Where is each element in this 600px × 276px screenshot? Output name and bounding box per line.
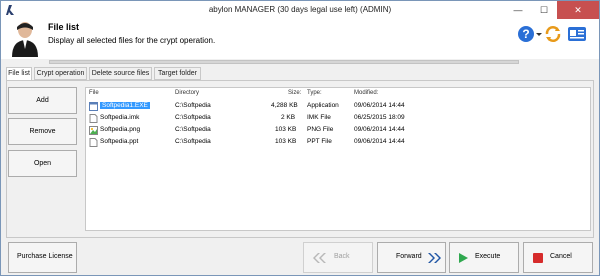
- ppt-file-icon: [89, 138, 98, 147]
- table-row[interactable]: Softpedia.png C:\Softpedia 103 KB PNG Fi…: [86, 125, 590, 136]
- tab-delete-source-files[interactable]: Delete source files: [89, 67, 152, 80]
- png-file-icon: [89, 126, 98, 135]
- table-row[interactable]: Softpedia.imk C:\Softpedia 2 KB IMK File…: [86, 113, 590, 124]
- open-button[interactable]: Open: [8, 150, 77, 177]
- column-header-size[interactable]: Size:: [288, 90, 301, 96]
- back-button[interactable]: Back: [303, 242, 373, 273]
- execute-button[interactable]: Execute: [449, 242, 519, 273]
- modified-cell: 09/06/2014 14:44: [354, 102, 405, 109]
- app-window: abylon MANAGER (30 days legal use left) …: [0, 0, 600, 276]
- svg-text:?: ?: [522, 27, 529, 41]
- size-cell: 2 KB: [281, 114, 296, 121]
- page-title: File list: [48, 22, 80, 32]
- file-name-cell[interactable]: Softpedia.imk: [100, 114, 139, 121]
- cancel-label: Cancel: [550, 253, 572, 260]
- agent-avatar-icon: [12, 22, 38, 57]
- add-button[interactable]: Add: [8, 87, 77, 114]
- close-window-button[interactable]: ✕: [557, 1, 599, 19]
- type-cell: PNG File: [307, 126, 334, 133]
- purchase-license-label: Purchase License: [17, 253, 73, 260]
- column-header-file[interactable]: File: [89, 90, 99, 96]
- directory-cell: C:\Softpedia: [175, 114, 211, 121]
- file-table[interactable]: File Directory Size: Type: Modified: Sof…: [85, 87, 591, 231]
- double-chevron-right-icon: [428, 253, 441, 263]
- column-header-type[interactable]: Type:: [307, 90, 322, 96]
- execute-label: Execute: [475, 253, 501, 260]
- tab-target-folder[interactable]: Target folder: [154, 67, 201, 80]
- help-icon[interactable]: ?: [517, 25, 535, 43]
- back-label: Back: [334, 253, 350, 260]
- purchase-license-button[interactable]: Purchase License: [8, 242, 77, 273]
- tab-file-list[interactable]: File list: [6, 67, 32, 81]
- type-cell: PPT File: [307, 138, 332, 145]
- remove-button[interactable]: Remove: [8, 118, 77, 145]
- forward-button[interactable]: Forward: [377, 242, 446, 273]
- directory-cell: C:\Softpedia: [175, 126, 211, 133]
- column-header-modified[interactable]: Modified:: [354, 90, 378, 96]
- page-header: File list Display all selected files for…: [1, 19, 599, 59]
- cancel-button[interactable]: Cancel: [523, 242, 593, 273]
- size-cell: 4,288 KB: [271, 102, 298, 109]
- chevron-down-icon[interactable]: [536, 25, 542, 43]
- type-cell: IMK File: [307, 114, 331, 121]
- file-name-cell[interactable]: Softpedia1.EXE: [100, 102, 150, 109]
- size-cell: 103 KB: [275, 138, 297, 145]
- exe-icon: [89, 102, 98, 111]
- tab-crypt-operation[interactable]: Crypt operation: [34, 67, 87, 80]
- size-cell: 103 KB: [275, 126, 297, 133]
- double-chevron-left-icon: [313, 253, 326, 263]
- type-cell: Application: [307, 102, 339, 109]
- title-bar[interactable]: abylon MANAGER (30 days legal use left) …: [1, 1, 599, 19]
- imk-file-icon: [89, 114, 98, 123]
- table-row[interactable]: Softpedia.ppt C:\Softpedia 103 KB PPT Fi…: [86, 137, 590, 148]
- stop-icon: [533, 253, 543, 263]
- progress-bar: [49, 60, 519, 64]
- directory-cell: C:\Softpedia: [175, 102, 211, 109]
- page-subtitle: Display all selected files for the crypt…: [48, 36, 216, 45]
- minimize-button[interactable]: —: [505, 1, 531, 19]
- forward-label: Forward: [396, 253, 422, 260]
- refresh-update-icon[interactable]: [544, 25, 562, 43]
- table-row[interactable]: Softpedia1.EXE C:\Softpedia 4,288 KB App…: [86, 101, 590, 112]
- maximize-button[interactable]: ☐: [531, 1, 557, 19]
- modified-cell: 09/06/2014 14:44: [354, 138, 405, 145]
- modified-cell: 09/06/2014 14:44: [354, 126, 405, 133]
- file-name-cell[interactable]: Softpedia.ppt: [100, 138, 138, 145]
- directory-cell: C:\Softpedia: [175, 138, 211, 145]
- contact-card-icon[interactable]: [567, 25, 587, 43]
- column-header-directory[interactable]: Directory: [175, 90, 199, 96]
- modified-cell: 06/25/2015 18:09: [354, 114, 405, 121]
- file-name-cell[interactable]: Softpedia.png: [100, 126, 140, 133]
- play-icon: [459, 253, 468, 263]
- header-toolbar: ?: [517, 25, 589, 47]
